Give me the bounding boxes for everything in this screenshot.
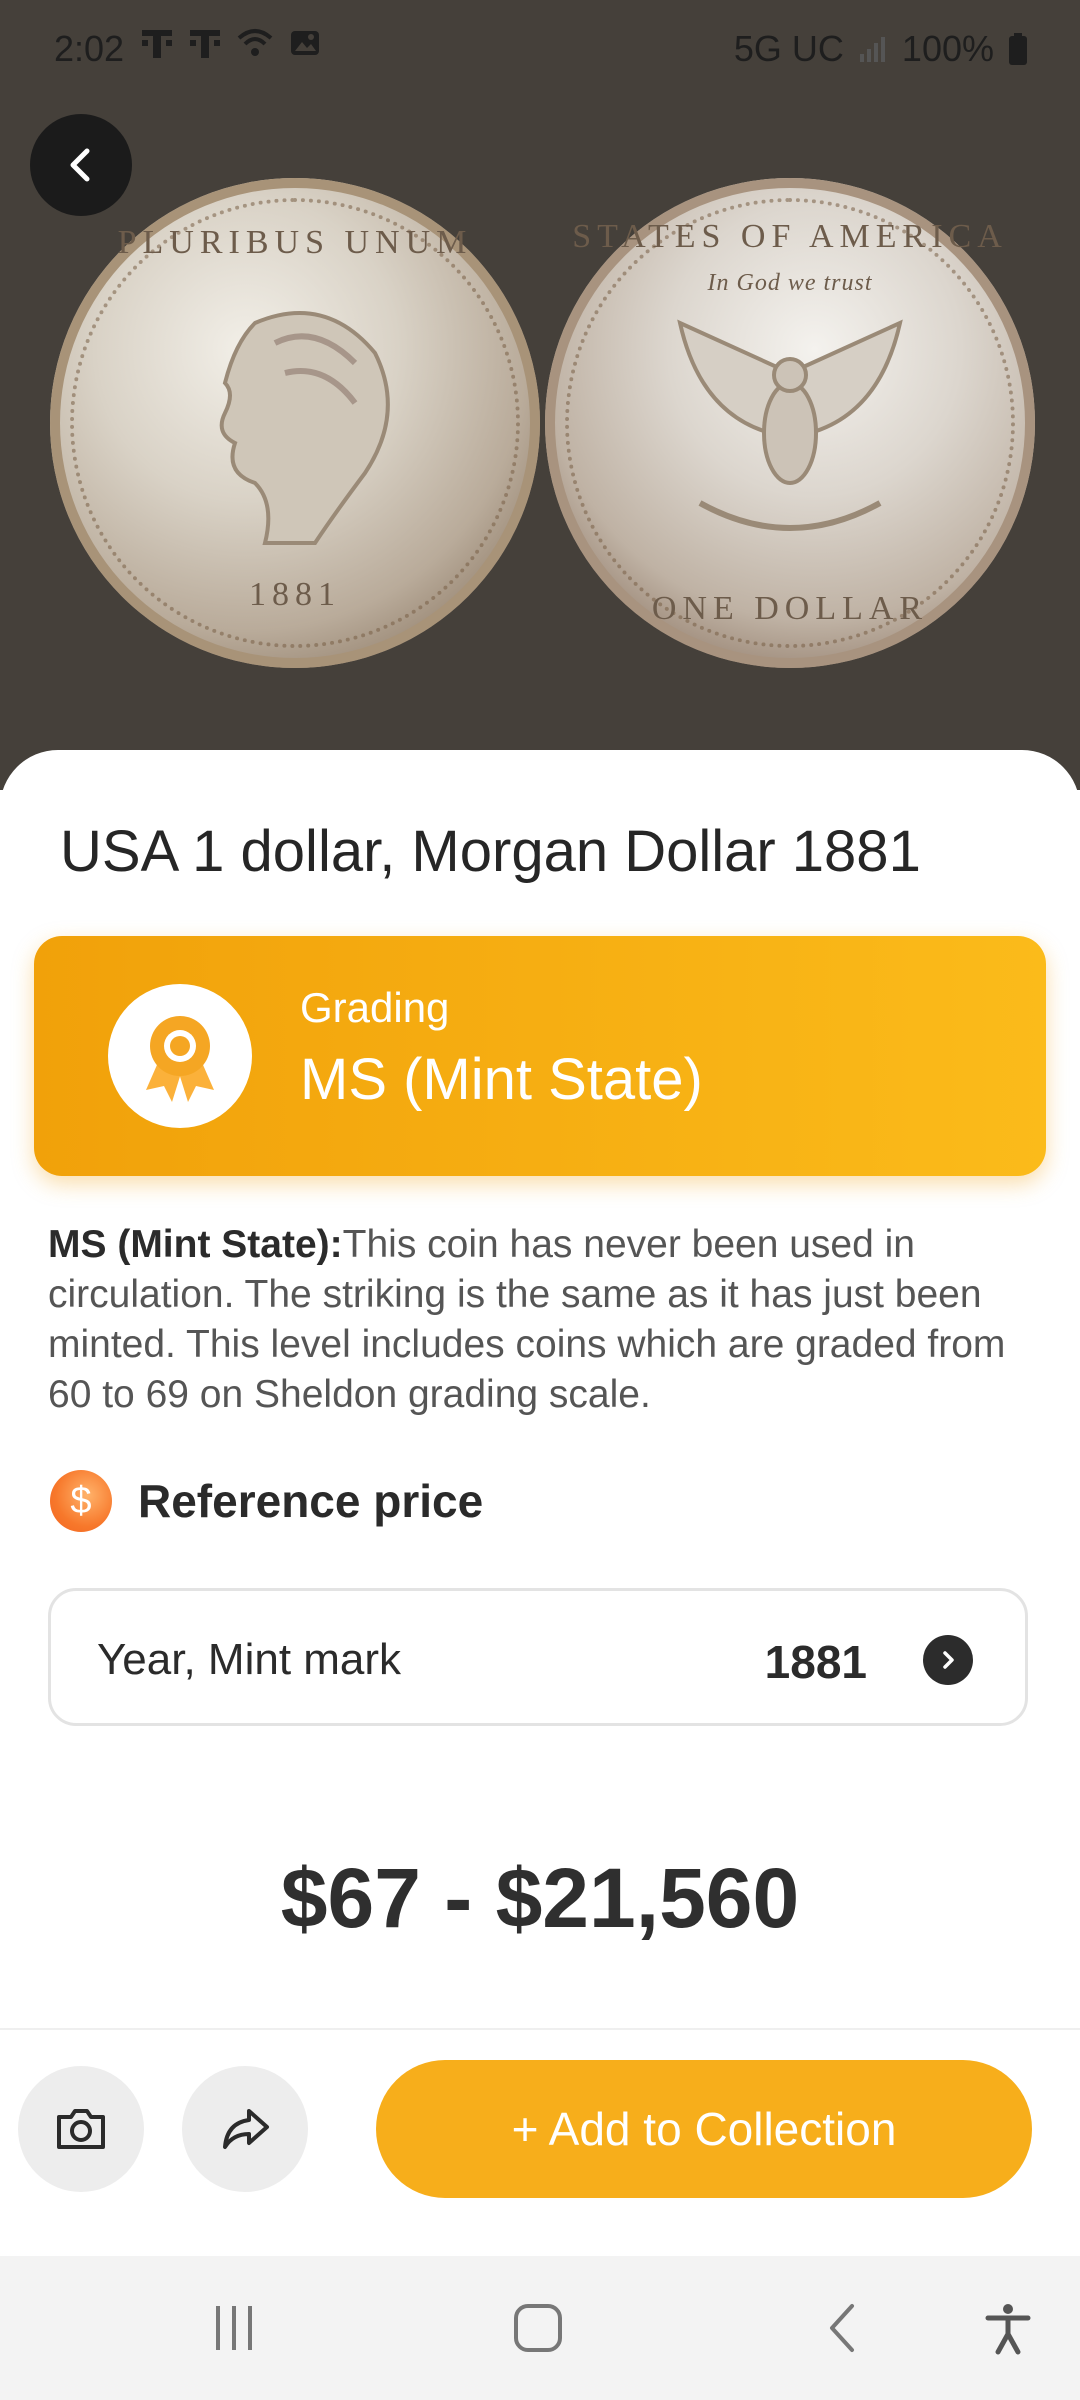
status-time: 2:02 <box>54 28 125 69</box>
coin-photo-area: 2:02 5G UC 100% PLURIBUS UNUM 1881 STATE… <box>0 0 1080 790</box>
details-sheet: USA 1 dollar, Morgan Dollar 1881 Grading… <box>0 750 1080 2256</box>
coin-reverse-denomination: ONE DOLLAR <box>651 590 929 627</box>
wifi-icon <box>237 29 273 56</box>
grading-value: MS (Mint State) <box>300 1047 703 1112</box>
coin-obverse-image: PLURIBUS UNUM 1881 <box>50 178 540 668</box>
carrier-icon <box>190 30 220 58</box>
divider <box>0 2028 1080 2030</box>
year-mintmark-value: 1881 <box>764 1636 867 1688</box>
camera-button[interactable] <box>18 2066 144 2192</box>
status-bar: 2:02 5G UC 100% <box>0 0 1080 100</box>
add-to-collection-button[interactable]: + Add to Collection <box>376 2060 1032 2198</box>
grade-description-term: MS (Mint State): <box>48 1223 343 1266</box>
eagle-icon <box>677 319 903 531</box>
coin-reverse-image: STATES OF AMERICA In God we trust ONE DO… <box>545 178 1035 668</box>
coin-reverse-legend: STATES OF AMERICA <box>572 218 1008 255</box>
coin-title: USA 1 dollar, Morgan Dollar 1881 <box>60 819 921 884</box>
gallery-icon <box>291 31 319 55</box>
dollar-icon: $ <box>50 1470 112 1532</box>
reference-price-title: Reference price <box>138 1475 484 1527</box>
share-icon <box>223 2109 269 2149</box>
carrier-icon <box>142 30 172 58</box>
year-mintmark-label: Year, Mint mark <box>97 1635 402 1684</box>
reference-price-header: $ Reference price <box>50 1470 483 1532</box>
grading-label: Grading <box>300 984 450 1031</box>
back-button[interactable] <box>30 114 132 216</box>
reference-price-range: $67 - $21,560 <box>280 1851 800 1945</box>
grading-card[interactable]: Grading MS (Mint State) <box>34 936 1046 1176</box>
battery-icon <box>1009 33 1027 65</box>
network-label: 5G UC <box>733 28 844 69</box>
home-icon[interactable] <box>510 2300 566 2356</box>
share-button[interactable] <box>182 2066 308 2192</box>
coin-reverse-motto: In God we trust <box>707 270 873 296</box>
medal-icon <box>146 1016 214 1102</box>
battery-label: 100% <box>901 28 994 69</box>
back-nav-icon[interactable] <box>816 2300 872 2356</box>
camera-icon <box>57 2109 105 2149</box>
status-notification-icons <box>140 26 322 60</box>
grade-medal-badge <box>108 984 252 1128</box>
recent-apps-icon[interactable] <box>206 2300 262 2356</box>
signal-icon <box>859 37 885 62</box>
status-right: 5G UC 100% <box>734 28 1028 70</box>
grade-description: MS (Mint State):This coin has never been… <box>48 1220 1038 1420</box>
coin-obverse-year: 1881 <box>249 576 341 613</box>
year-mintmark-selector[interactable]: Year, Mint mark 1881 <box>48 1588 1028 1726</box>
coin-obverse-legend: PLURIBUS UNUM <box>117 224 473 261</box>
system-navigation-bar <box>0 2256 1080 2400</box>
liberty-head-icon <box>219 311 390 545</box>
chevron-right-icon <box>923 1635 973 1685</box>
chevron-left-icon <box>70 148 90 182</box>
accessibility-icon[interactable] <box>980 2300 1036 2356</box>
